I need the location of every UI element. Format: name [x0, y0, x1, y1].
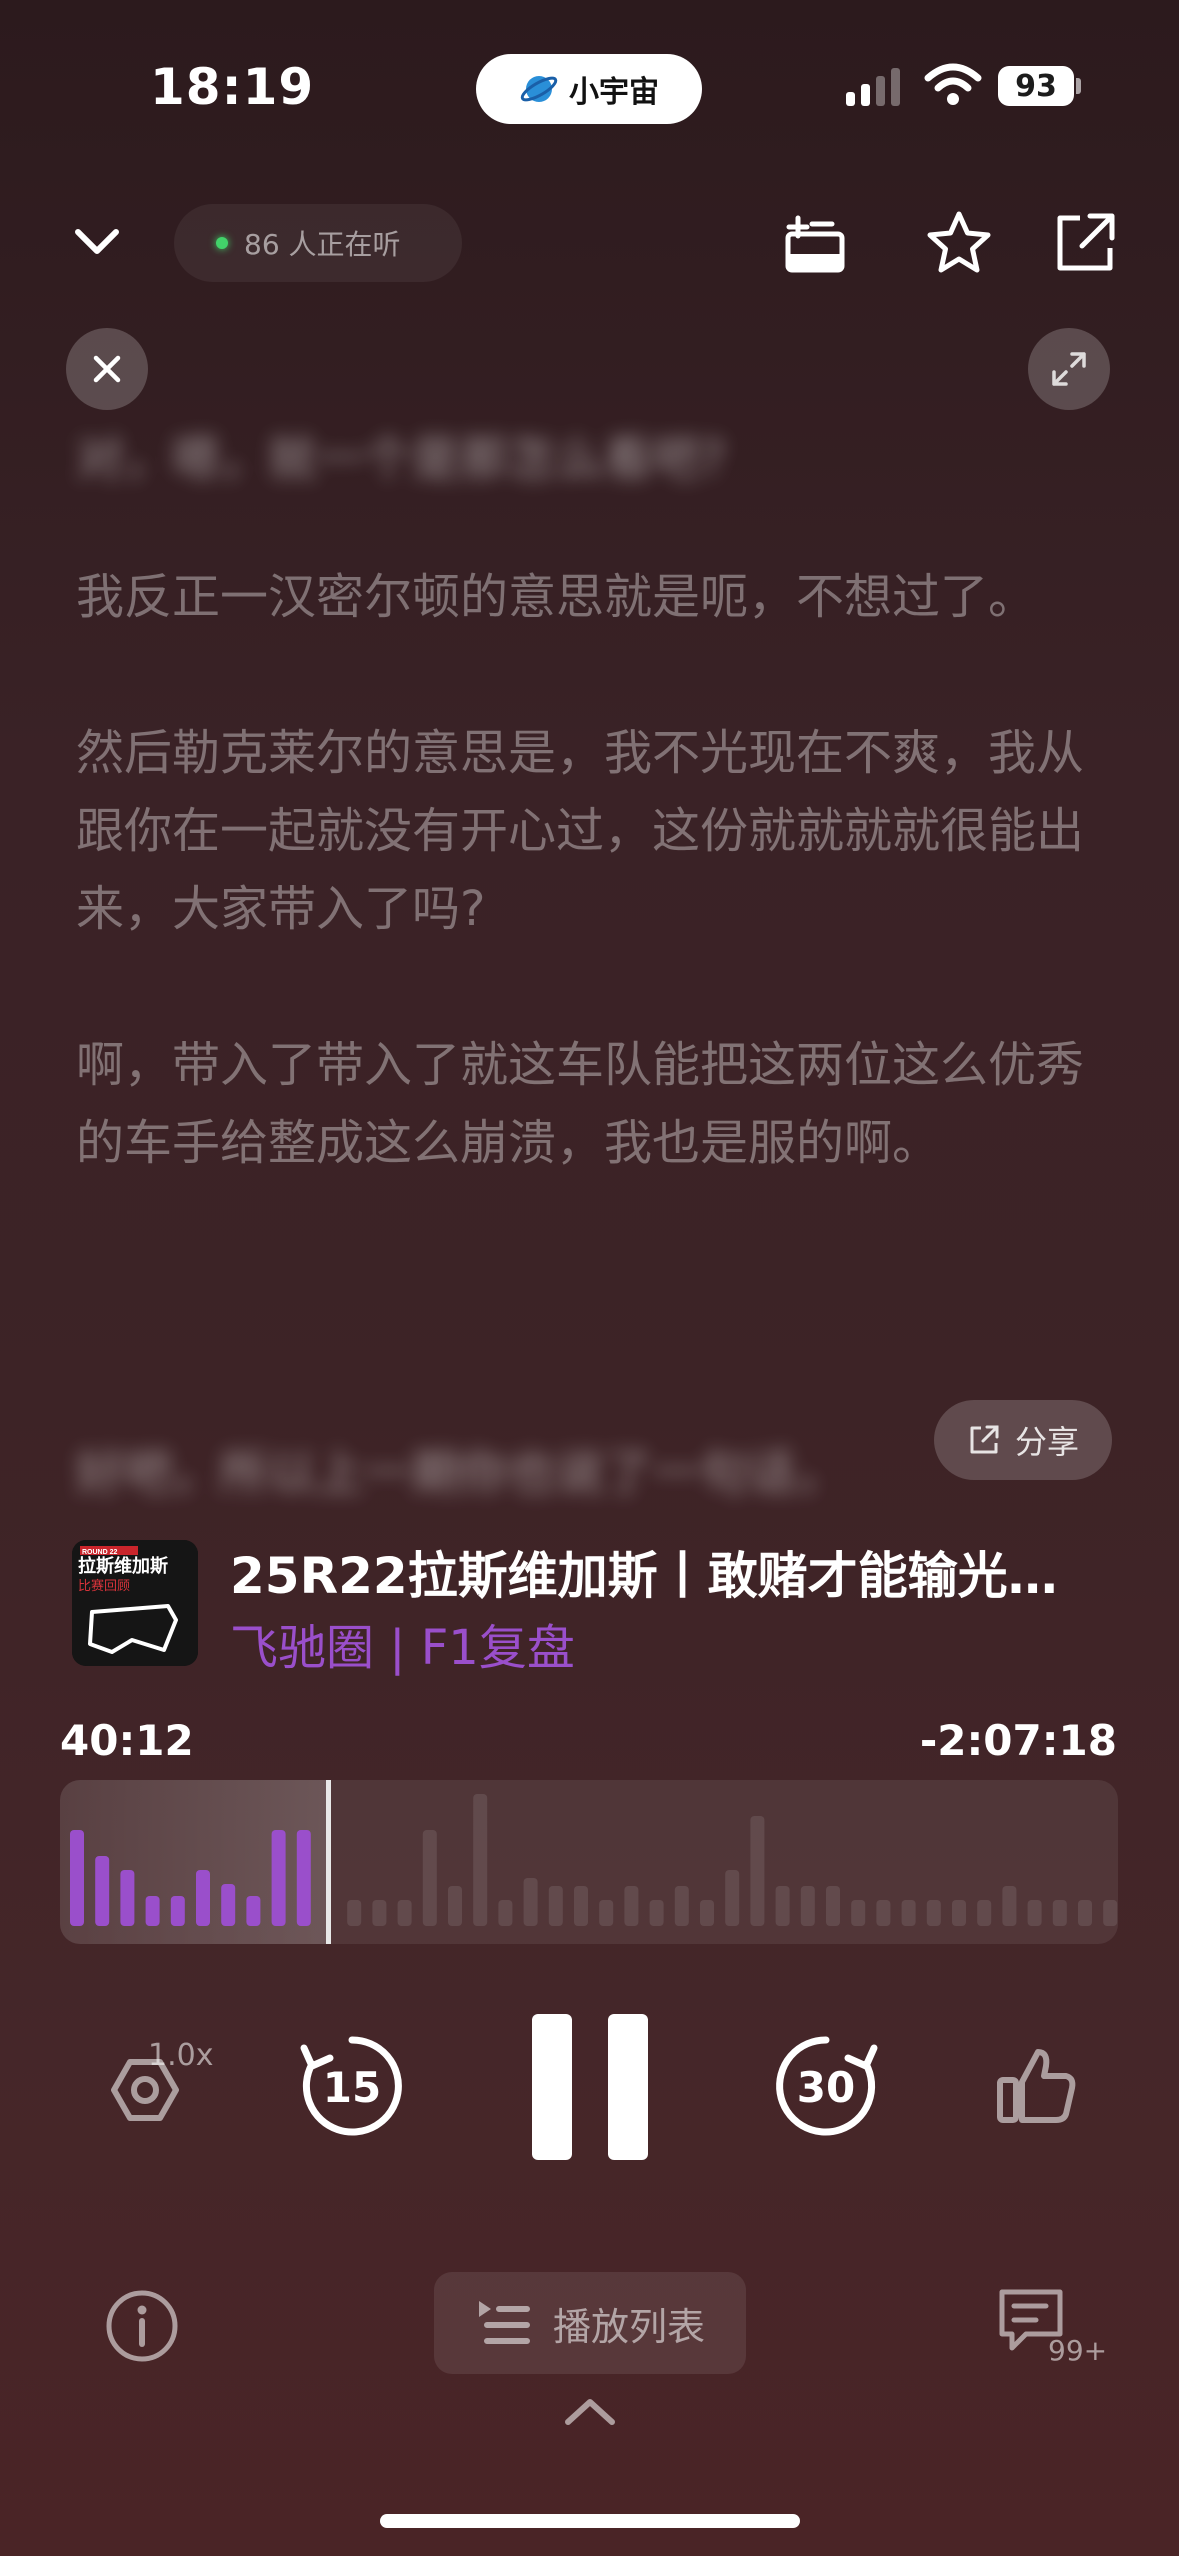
waveform-bar	[926, 1900, 941, 1926]
playlist-label: 播放列表	[552, 2304, 705, 2349]
episode-title[interactable]: 25R22拉斯维加斯丨敢赌才能输光…	[230, 1536, 1130, 1608]
wifi-icon	[924, 63, 982, 105]
waveform-bar	[422, 1830, 437, 1926]
forward-icon: 30	[776, 2036, 878, 2136]
pause-button[interactable]	[532, 2014, 648, 2160]
transcript-panel[interactable]: 对，嗯，就一个是那怎么看吧? 我反正一汉密尔顿的意思就是呃，不想过了。 然后勒克…	[76, 420, 1116, 1260]
share-quote-button[interactable]: 分享	[934, 1400, 1112, 1480]
waveform-bar	[1052, 1900, 1067, 1926]
waveform-bar	[271, 1830, 286, 1926]
status-time: 18:19	[150, 58, 315, 116]
expand-icon	[1052, 352, 1086, 386]
waveform-bar	[523, 1878, 538, 1926]
waveform-bar	[624, 1886, 639, 1926]
info-icon[interactable]	[104, 2288, 180, 2364]
transcript-line-blurred: 对，嗯，就一个是那怎么看吧?	[76, 431, 726, 487]
waveform-bar	[548, 1886, 563, 1926]
podcast-name[interactable]: 飞驰圈 | F1复盘	[230, 1608, 575, 1678]
rewind-seconds: 15	[323, 2063, 381, 2112]
transcript-paragraph: 啊，带入了带入了就这车队能把这两位这么优秀的车手给整成这么崩溃，我也是服的啊。	[76, 1037, 1085, 1171]
island-label: 小宇宙	[569, 75, 659, 110]
waveform-bar	[498, 1900, 513, 1926]
waveform-bar	[599, 1900, 614, 1926]
transcript-line-blurred: 好吧，所以上一期你也说了一句话，	[76, 1445, 845, 1501]
elapsed-time: 40:12	[60, 1716, 194, 1765]
waveform-bar	[977, 1900, 992, 1926]
waveform-bar	[952, 1900, 966, 1926]
battery-indicator: 93	[998, 66, 1074, 106]
waveform-bar	[876, 1900, 891, 1926]
close-icon	[93, 355, 121, 383]
rewind-15-button[interactable]: 15	[296, 2030, 408, 2142]
waveform-bar	[775, 1886, 790, 1926]
playlist-button[interactable]: 播放列表	[434, 2272, 746, 2374]
expand-transcript-button[interactable]	[1028, 328, 1110, 410]
chevron-up-icon[interactable]	[560, 2394, 620, 2430]
cover-round: ROUND 22	[82, 1549, 118, 1556]
waveform-bar	[95, 1856, 110, 1926]
cover-name: 拉斯维加斯	[78, 1555, 168, 1577]
share-label: 分享	[1014, 1423, 1079, 1461]
waveform-bar	[1078, 1900, 1092, 1926]
close-transcript-button[interactable]	[66, 328, 148, 410]
listeners-badge: 86 人正在听	[174, 204, 462, 282]
waveform-bar	[674, 1886, 689, 1926]
comment-icon: 99+	[999, 2289, 1107, 2367]
waveform-bar	[750, 1816, 765, 1926]
star-icon[interactable]	[924, 208, 994, 278]
waveform-bar	[901, 1900, 916, 1926]
rewind-icon: 15	[300, 2036, 402, 2136]
waveform-bar	[1027, 1900, 1042, 1926]
waveform-bar	[196, 1870, 210, 1926]
live-dot	[216, 237, 228, 249]
queue-add-icon[interactable]	[780, 210, 850, 280]
waveform-bar	[800, 1886, 815, 1926]
remaining-time: -2:07:18	[919, 1716, 1117, 1765]
planet-icon	[520, 76, 558, 102]
waveform-bar	[826, 1886, 840, 1926]
playlist-icon	[478, 2301, 530, 2344]
chevron-down-icon[interactable]	[70, 222, 124, 262]
cellular-signal-icon	[846, 66, 900, 106]
waveform-bars[interactable]	[60, 1780, 1118, 1944]
battery-tip	[1076, 78, 1081, 94]
waveform-bar	[145, 1896, 160, 1926]
waveform-bar	[296, 1830, 311, 1926]
listeners-count: 86 人正在听	[244, 228, 401, 261]
episode-cover[interactable]: ROUND 22 拉斯维加斯 比赛回顾	[72, 1540, 198, 1666]
waveform-bar	[372, 1900, 387, 1926]
waveform-bar	[649, 1900, 664, 1926]
waveform-bar	[473, 1794, 488, 1926]
transcript-paragraph: 然后勒克莱尔的意思是，我不光现在不爽，我从跟你在一起就没有开心过，这份就就就就很…	[76, 725, 1085, 937]
playback-speed-label: 1.0x	[148, 2038, 214, 2073]
waveform-bar	[170, 1896, 185, 1926]
forward-seconds: 30	[797, 2063, 855, 2112]
waveform-bar	[851, 1900, 866, 1926]
forward-30-button[interactable]: 30	[770, 2030, 882, 2142]
cover-tag: 比赛回顾	[78, 1578, 130, 1594]
waveform-bar	[1103, 1900, 1118, 1926]
waveform-bar	[725, 1870, 740, 1926]
waveform-bar	[1002, 1886, 1017, 1926]
waveform-bar	[120, 1870, 135, 1926]
waveform-bar	[347, 1900, 362, 1926]
share-out-icon	[970, 1425, 999, 1454]
waveform-bar	[574, 1886, 588, 1926]
waveform-bar	[221, 1884, 236, 1926]
dynamic-island-badge[interactable]: 小宇宙	[476, 54, 702, 124]
waveform-bar	[700, 1900, 714, 1926]
comments-count: 99+	[1048, 2334, 1106, 2366]
waveform-bar	[448, 1886, 462, 1926]
playhead[interactable]	[326, 1780, 331, 1944]
share-icon[interactable]	[1050, 208, 1120, 278]
thumbs-up-icon[interactable]	[994, 2044, 1078, 2128]
comments-button[interactable]: 99+	[996, 2286, 1107, 2367]
transcript-paragraph: 我反正一汉密尔顿的意思就是呃，不想过了。	[76, 569, 1037, 625]
waveform-bar	[397, 1900, 412, 1926]
home-indicator[interactable]	[380, 2514, 800, 2528]
waveform-bar	[70, 1830, 84, 1926]
waveform-bar	[246, 1896, 261, 1926]
